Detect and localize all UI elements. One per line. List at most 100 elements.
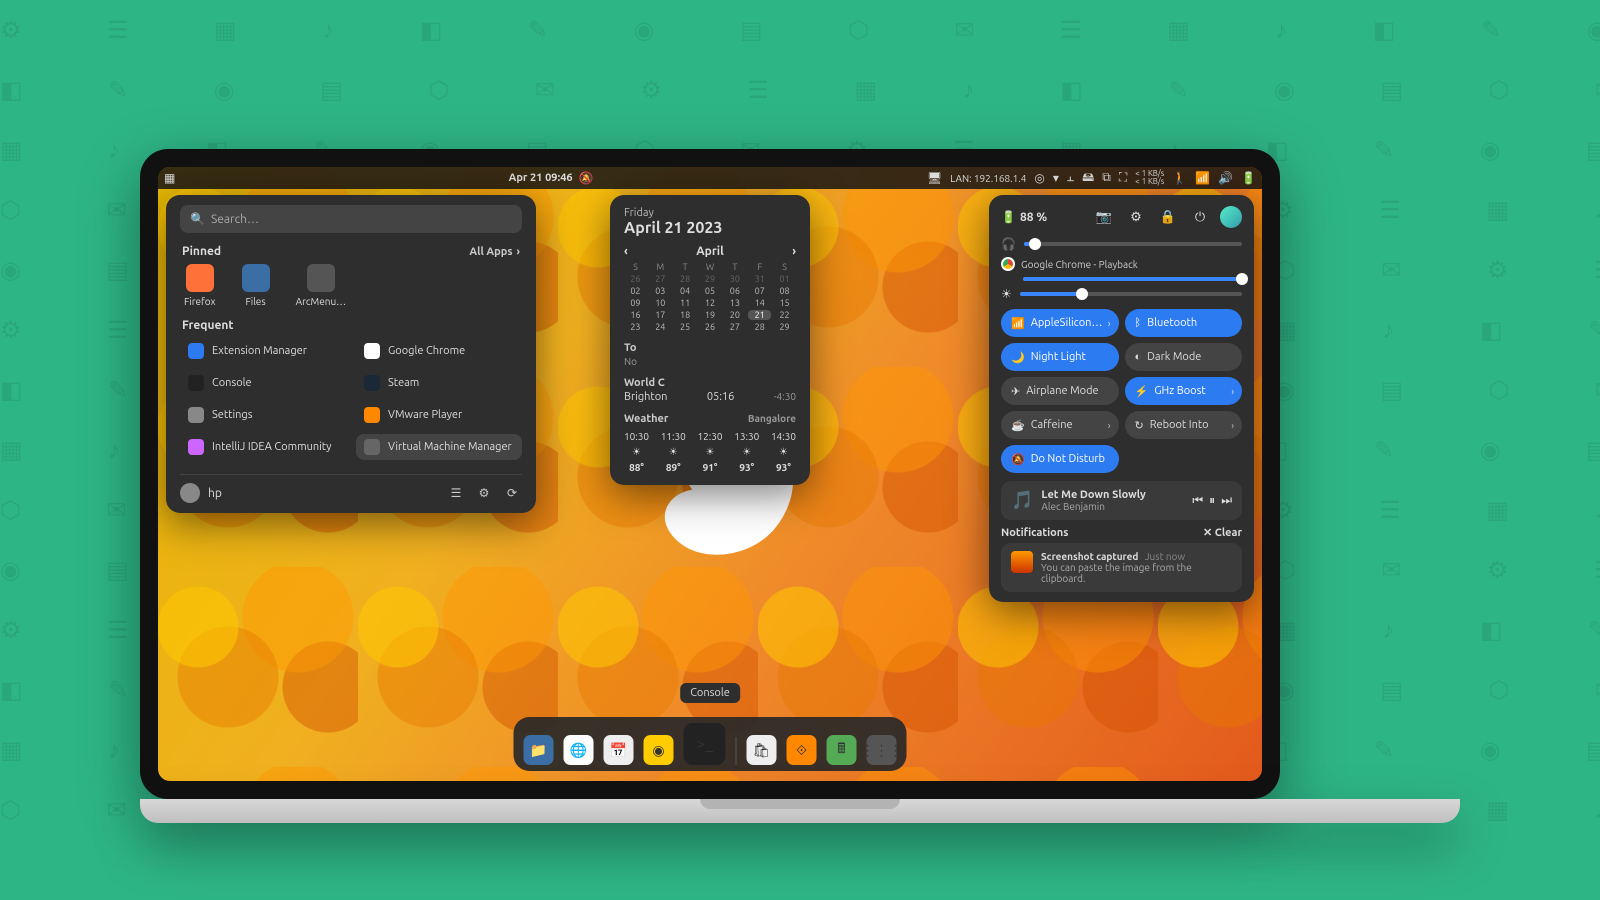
user-avatar[interactable]: [1220, 206, 1242, 228]
screenshot-icon[interactable]: 📷: [1092, 205, 1116, 229]
dock-item-rhythmbox[interactable]: ◉: [644, 735, 674, 765]
calendar-fulldate: April 21 2023: [624, 219, 796, 237]
frequent-app[interactable]: Settings: [180, 402, 346, 428]
battery-icon[interactable]: 🔋: [1241, 171, 1256, 185]
media-next-button[interactable]: ⏭: [1221, 494, 1232, 508]
user-name[interactable]: hp: [208, 487, 222, 500]
calendar-prev-button[interactable]: ‹: [624, 245, 628, 258]
toggle-label: AppleSilicon…: [1031, 317, 1103, 329]
notification-app-icon: [1011, 551, 1033, 573]
app-label: Google Chrome: [388, 345, 465, 357]
forecast-column: 11:30☀89°: [661, 431, 686, 473]
netspeed-indicator[interactable]: < 1 KB/s < 1 KB/s: [1135, 170, 1164, 186]
qs-toggle[interactable]: ☕Caffeine›: [1001, 411, 1119, 439]
app-icon: [364, 407, 380, 423]
headphones-slider[interactable]: [1024, 242, 1242, 246]
dock-item-chrome[interactable]: 🌐: [564, 735, 594, 765]
app-icon: [364, 375, 380, 391]
notification-card[interactable]: Screenshot captured Just now You can pas…: [1001, 543, 1242, 592]
frequent-label: Frequent: [182, 319, 234, 332]
qs-toggle[interactable]: 🔕Do Not Disturb: [1001, 445, 1119, 473]
headphones-icon: 🎧: [1001, 237, 1016, 251]
power-icon[interactable]: ⏻: [1188, 205, 1212, 229]
pinned-app[interactable]: Firefox: [184, 264, 216, 307]
frequent-app[interactable]: Steam: [356, 370, 522, 396]
battery-indicator[interactable]: 🔋 88 %: [1001, 210, 1047, 224]
power-menu-icon[interactable]: ⟳: [502, 483, 522, 503]
qs-toggle[interactable]: ✈Airplane Mode: [1001, 377, 1119, 405]
disk-icon[interactable]: 🖴: [1082, 168, 1094, 189]
dock-item-apps-grid[interactable]: ⋮⋮⋮: [867, 735, 897, 765]
calendar-month-label: April: [696, 245, 724, 258]
software-icon: 🛍: [753, 742, 771, 759]
toggle-icon: 🌙: [1011, 351, 1025, 364]
monitor-icon[interactable]: 🖥: [927, 171, 942, 185]
qs-toggle[interactable]: 🌙Night Light: [1001, 343, 1119, 371]
calendar-icon: 📅: [610, 742, 627, 759]
dock-item-vmware[interactable]: ⟐: [787, 735, 817, 765]
user-avatar[interactable]: [180, 483, 200, 503]
toggle-icon: ◐: [1135, 351, 1142, 363]
pinned-app[interactable]: ArcMenu…: [296, 264, 347, 307]
dock-item-software[interactable]: 🛍: [747, 735, 777, 765]
wifi-icon[interactable]: 📶: [1195, 171, 1210, 185]
playback-slider[interactable]: [1023, 277, 1242, 281]
graph-icon[interactable]: ⫠: [1067, 171, 1074, 185]
search-input[interactable]: 🔍 Search…: [180, 205, 522, 233]
tray-icon[interactable]: ▾: [1053, 171, 1059, 185]
toggle-label: Do Not Disturb: [1031, 453, 1105, 465]
apps-grid-icon: ⋮⋮⋮: [861, 742, 903, 759]
media-pause-button[interactable]: ⏸: [1209, 494, 1215, 508]
dock-item-files[interactable]: 📁: [524, 735, 554, 765]
activities-icon[interactable]: ▦: [164, 171, 175, 185]
display-icon[interactable]: ⛶: [1119, 171, 1127, 185]
qs-toggle[interactable]: ⚡GHz Boost›: [1125, 377, 1243, 405]
toggle-icon: ᛒ: [1135, 317, 1142, 329]
chevron-right-icon: ›: [1231, 420, 1234, 431]
media-prev-button[interactable]: ⏮: [1192, 494, 1203, 508]
frequent-app[interactable]: Console: [180, 370, 346, 396]
calendar-next-button[interactable]: ›: [792, 245, 796, 258]
weather-icon: ☀: [706, 446, 715, 458]
dnd-icon[interactable]: 🔕: [579, 171, 594, 185]
laptop-frame: ▦ Apr 21 09:46 🔕 🖥 LAN: 192.168.1.4 ◎ ▾ …: [140, 149, 1280, 799]
app-icon: [188, 439, 204, 455]
topbar-datetime[interactable]: Apr 21 09:46: [509, 172, 573, 184]
record-icon[interactable]: ◎: [1034, 171, 1044, 185]
files-icon: 📁: [530, 742, 547, 759]
frequent-app[interactable]: Extension Manager: [180, 338, 346, 364]
settings-icon[interactable]: ⚙: [474, 483, 494, 503]
lock-icon[interactable]: 🔒: [1156, 205, 1180, 229]
world-clock-offset: -4:30: [774, 391, 796, 403]
frequent-app[interactable]: Virtual Machine Manager: [356, 434, 522, 460]
workspace-icon[interactable]: ⧉: [1102, 171, 1111, 185]
settings-icon[interactable]: ⚙: [1124, 205, 1148, 229]
frequent-app[interactable]: Google Chrome: [356, 338, 522, 364]
qs-toggle[interactable]: ↻Reboot Into›: [1125, 411, 1243, 439]
brightness-slider[interactable]: [1020, 292, 1242, 296]
pinned-app[interactable]: Files: [242, 264, 270, 307]
logout-icon[interactable]: ☰: [446, 483, 466, 503]
qs-toggle[interactable]: 📶AppleSilicon…›: [1001, 309, 1119, 337]
calculator-icon: 🖩: [837, 738, 845, 762]
lan-label[interactable]: LAN: 192.168.1.4: [950, 173, 1026, 184]
chevron-right-icon: ›: [1231, 386, 1234, 397]
toggle-icon: ↻: [1135, 419, 1144, 432]
all-apps-button[interactable]: All Apps ›: [469, 246, 520, 258]
console-icon: >_: [696, 735, 713, 753]
dock-item-console[interactable]: >_: [684, 723, 726, 765]
clear-notifications-button[interactable]: ✕ Clear: [1203, 526, 1242, 539]
frequent-app[interactable]: IntelliJ IDEA Community: [180, 434, 346, 460]
accessibility-icon[interactable]: 🚶: [1172, 171, 1187, 185]
forecast-column: 13:30☀93°: [734, 431, 759, 473]
app-icon: [186, 264, 214, 292]
calendar-grid[interactable]: SMTWTFS262728293031010203040506070809101…: [624, 262, 796, 332]
dock-item-calendar[interactable]: 📅: [604, 735, 634, 765]
qs-toggle[interactable]: ᛒBluetooth: [1125, 309, 1243, 337]
calendar-weekday: Friday: [624, 207, 796, 219]
volume-icon[interactable]: 🔊: [1218, 171, 1233, 185]
dock-tooltip: Console: [680, 683, 740, 703]
dock-item-calculator[interactable]: 🖩: [827, 735, 857, 765]
qs-toggle[interactable]: ◐Dark Mode: [1125, 343, 1243, 371]
frequent-app[interactable]: VMware Player: [356, 402, 522, 428]
